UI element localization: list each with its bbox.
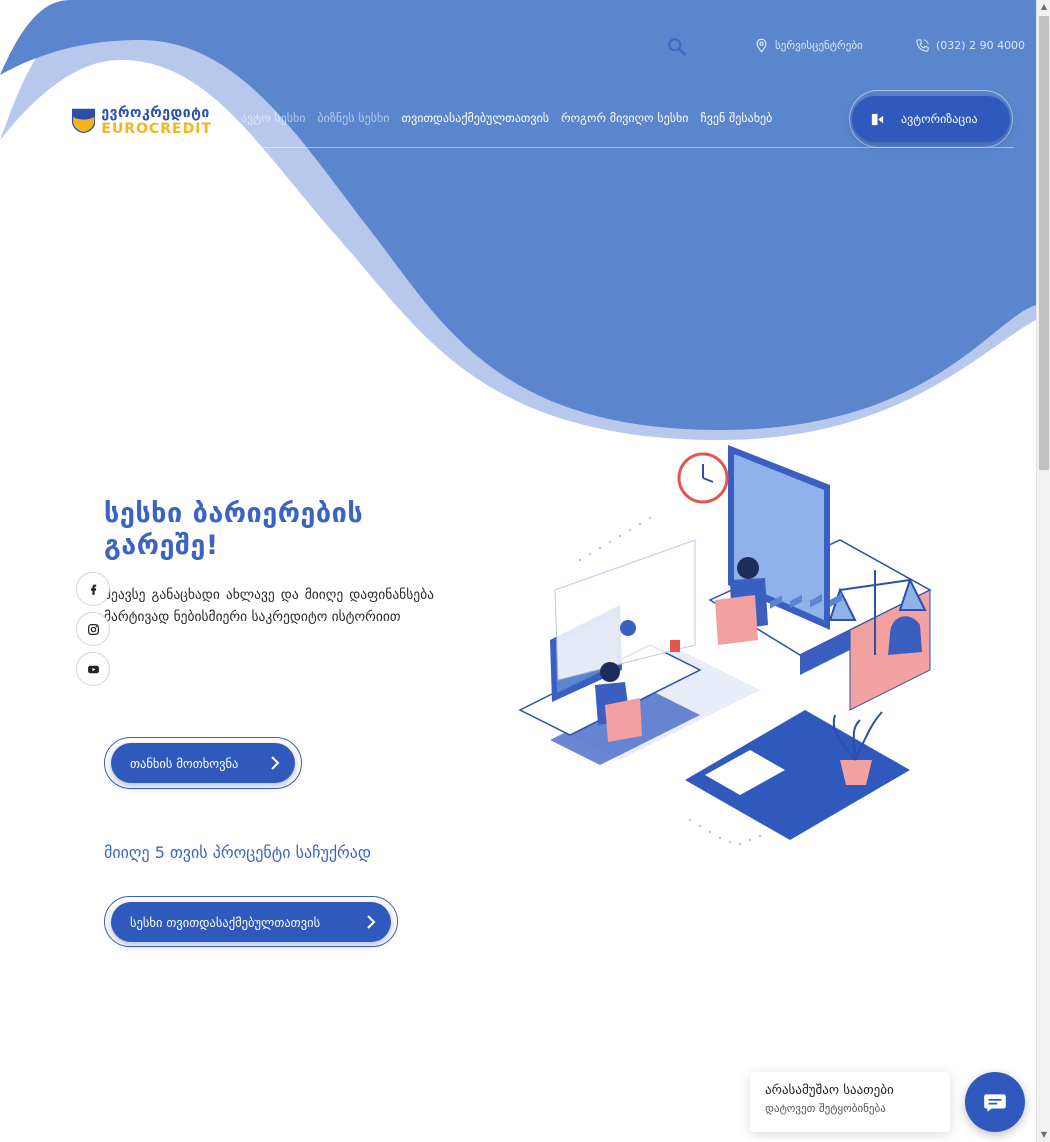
youtube-button[interactable] <box>76 652 110 686</box>
instagram-button[interactable] <box>76 612 110 646</box>
logo-text-georgian: ევროკრედიტი <box>101 105 210 121</box>
chat-open-button[interactable] <box>965 1072 1025 1132</box>
phone-link[interactable]: (032) 2 90 4000 <box>915 38 1025 53</box>
chevron-right-icon <box>271 756 280 770</box>
service-centers-link[interactable]: სერვისცენტრები <box>754 38 863 53</box>
logo-text-english: EUROCREDIT <box>101 121 212 137</box>
self-employed-loan-button[interactable]: სესხი თვითდასაქმებულთათვის <box>111 902 391 942</box>
cup <box>670 640 680 652</box>
nav-item-auto-loan[interactable]: ავტო სესხი <box>241 110 305 126</box>
nav-item-how-to-get-loan[interactable]: როგორ მივიღო სესხი <box>561 110 688 126</box>
logo-shield-icon <box>72 108 96 134</box>
search-icon <box>668 38 686 56</box>
authorization-label: ავტორიზაცია <box>901 112 978 126</box>
worker-right-head <box>737 557 759 579</box>
page-scrollbar[interactable]: ▲ ▼ <box>1036 0 1050 1142</box>
self-employed-loan-label: სესხი თვითდასაქმებულთათვის <box>130 914 321 930</box>
search-button[interactable] <box>666 36 688 58</box>
facebook-button[interactable] <box>76 572 110 606</box>
hero-illustration <box>518 445 932 846</box>
nav-item-about-us[interactable]: ჩვენ შესახებ <box>700 110 772 126</box>
instagram-icon <box>87 623 99 635</box>
nav-item-self-employed[interactable]: თვითდასაქმებულთათვის <box>401 110 549 126</box>
promo-text: მიიღე 5 თვის პროცენტი საჩუქრად <box>104 843 371 862</box>
main-nav: ავტო სესხი ბიზნეს სესხი თვითდასაქმებულთა… <box>241 110 772 126</box>
authorization-button[interactable]: ავტორიზაცია <box>852 96 1010 142</box>
chevron-right-icon <box>367 915 376 929</box>
lamp-shade <box>620 620 636 636</box>
chair-right <box>715 595 758 645</box>
scroll-up-arrow-icon[interactable]: ▲ <box>1037 0 1050 14</box>
scroll-thumb[interactable] <box>1039 16 1049 470</box>
worker-left-head <box>600 662 620 682</box>
phone-icon <box>916 39 929 52</box>
request-money-button[interactable]: თანხის მოთხოვნა <box>111 743 295 783</box>
youtube-icon <box>87 665 99 673</box>
chat-subtitle: დატოვეთ შეტყობინება <box>765 1102 886 1115</box>
eurocredit-logo[interactable]: ევროკრედიტი EUROCREDIT <box>72 100 212 142</box>
scroll-down-arrow-icon[interactable]: ▼ <box>1037 1128 1050 1142</box>
facebook-icon <box>90 584 96 595</box>
nav-item-business-loan[interactable]: ბიზნეს სესხი <box>317 110 389 126</box>
login-icon <box>871 113 884 125</box>
header-wave-background <box>0 0 1036 440</box>
location-pin-icon <box>756 38 767 53</box>
hero-title: სესხი ბარიერების გარეშე! <box>104 498 364 561</box>
chat-icon <box>984 1094 1006 1112</box>
request-money-label: თანხის მოთხოვნა <box>130 755 239 771</box>
chat-title: არასამუშაო საათები <box>765 1083 894 1098</box>
chat-status-bubble[interactable]: არასამუშაო საათები დატოვეთ შეტყობინება <box>750 1072 950 1132</box>
service-centers-label: სერვისცენტრები <box>775 39 863 52</box>
phone-number: (032) 2 90 4000 <box>936 39 1026 52</box>
chair-left <box>605 698 642 742</box>
hero-description: შეავსე განაცხადი ახლავე და მიიღე დაფინან… <box>104 587 434 625</box>
